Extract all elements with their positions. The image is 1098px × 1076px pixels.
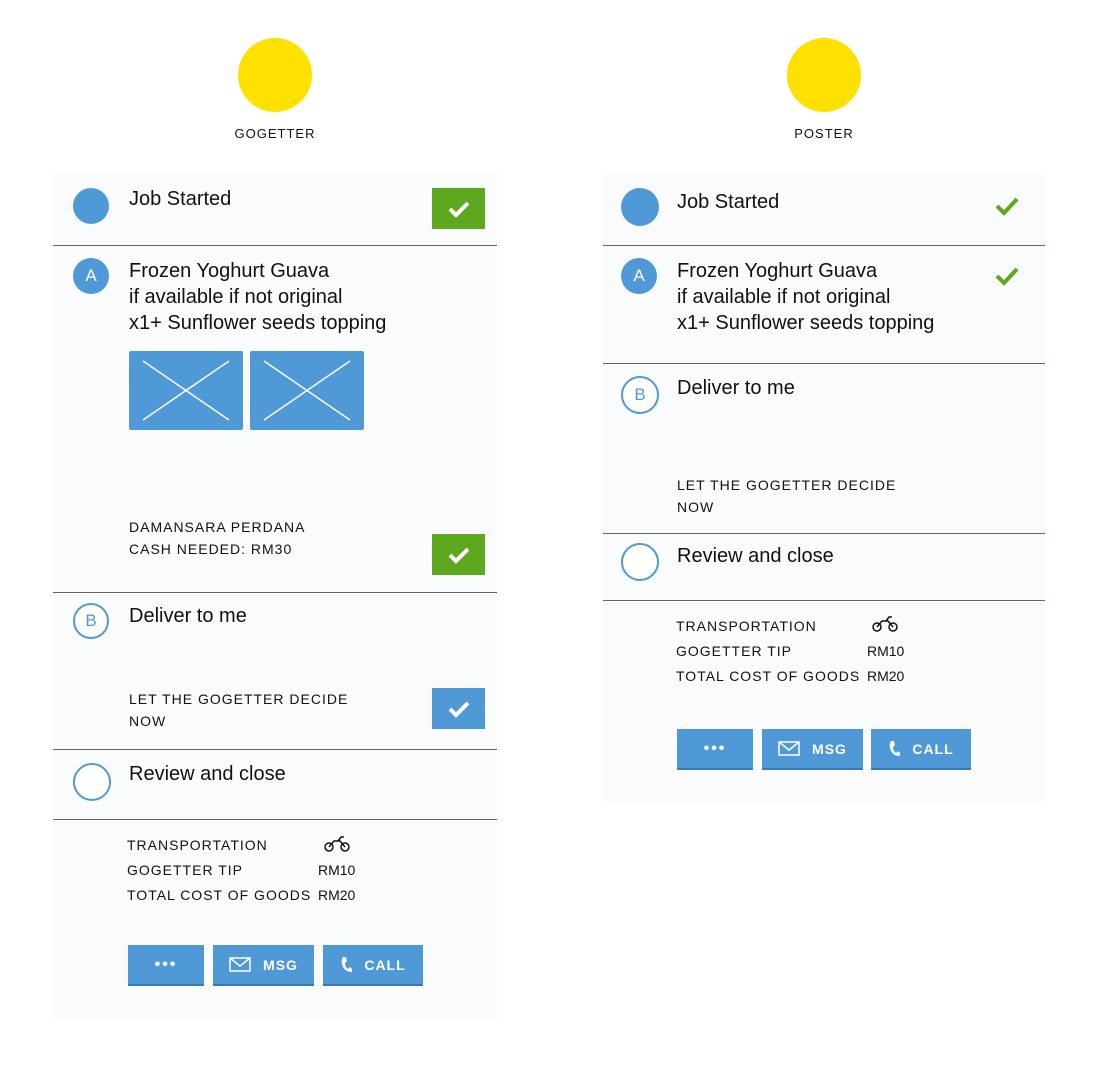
motorbike-icon <box>324 836 350 852</box>
poster-avatar <box>787 38 861 112</box>
envelope-icon <box>229 957 251 972</box>
goods-label: TOTAL COST OF GOODS <box>676 668 861 684</box>
check-icon <box>448 701 469 718</box>
msg-label: MSG <box>263 956 298 973</box>
tip-value: RM10 <box>318 862 356 878</box>
item-description: Frozen Yoghurt Guava if available if not… <box>129 260 387 334</box>
gogetter-panel: Job Started A Frozen Yoghurt Guava if av… <box>53 172 497 1020</box>
msg-label: MSG <box>812 740 847 757</box>
goods-value: RM20 <box>318 887 356 903</box>
more-icon: ••• <box>703 739 727 757</box>
check-icon <box>448 201 469 218</box>
transport-label: TRANSPORTATION <box>676 618 817 634</box>
divider <box>53 819 497 820</box>
image-placeholder-icon <box>142 360 230 421</box>
msg-button[interactable]: MSG <box>762 729 863 770</box>
divider <box>603 245 1045 246</box>
step-circle-review <box>621 543 659 581</box>
item-photo-2[interactable] <box>250 351 364 430</box>
step-title-deliver: Deliver to me <box>129 605 247 627</box>
call-label: CALL <box>912 740 954 757</box>
step-title-job-started: Job Started <box>129 188 232 210</box>
divider <box>603 363 1045 364</box>
divider <box>603 600 1045 601</box>
motorbike-icon <box>872 616 898 632</box>
step-title-job-started: Job Started <box>677 191 780 213</box>
step-badge-b: B <box>73 603 109 639</box>
delivery-details: LET THE GOGETTER DECIDE NOW <box>129 691 349 729</box>
transport-label: TRANSPORTATION <box>127 837 268 853</box>
tip-label: GOGETTER TIP <box>127 862 243 878</box>
divider <box>53 245 497 246</box>
step-badge-b: B <box>621 376 659 414</box>
confirm-delivery-button[interactable] <box>432 688 485 729</box>
phone-icon <box>889 740 901 756</box>
more-icon: ••• <box>154 955 178 973</box>
step-badge-a: A <box>73 258 109 294</box>
confirm-started-button[interactable] <box>432 188 485 229</box>
poster-role-label: POSTER <box>794 126 854 141</box>
more-button[interactable]: ••• <box>128 945 204 986</box>
item-photo-1[interactable] <box>129 351 243 430</box>
step-circle-started <box>621 188 659 226</box>
msg-button[interactable]: MSG <box>213 945 314 986</box>
more-button[interactable]: ••• <box>677 729 753 770</box>
goods-label: TOTAL COST OF GOODS <box>127 887 312 903</box>
confirm-pickup-button[interactable] <box>432 534 485 575</box>
step-title-review: Review and close <box>677 545 834 567</box>
gogetter-role-label: GOGETTER <box>234 126 316 141</box>
call-label: CALL <box>364 956 406 973</box>
goods-value: RM20 <box>867 668 905 684</box>
delivery-details: LET THE GOGETTER DECIDE NOW <box>677 477 897 515</box>
check-icon <box>448 547 469 564</box>
call-button[interactable]: CALL <box>871 729 971 770</box>
divider <box>53 592 497 593</box>
step-circle-review <box>73 763 111 801</box>
poster-panel: Job Started A Frozen Yoghurt Guava if av… <box>603 172 1045 804</box>
image-placeholder-icon <box>263 360 351 421</box>
call-button[interactable]: CALL <box>323 945 423 986</box>
step-badge-a: A <box>621 258 657 294</box>
step-title-review: Review and close <box>129 763 286 785</box>
pickup-details: DAMANSARA PERDANA CASH NEEDED: RM30 <box>129 519 306 557</box>
check-icon <box>995 197 1019 216</box>
gogetter-avatar <box>238 38 312 112</box>
tip-value: RM10 <box>867 643 905 659</box>
divider <box>53 749 497 750</box>
tip-label: GOGETTER TIP <box>676 643 792 659</box>
divider <box>603 533 1045 534</box>
item-description: Frozen Yoghurt Guava if available if not… <box>677 260 935 334</box>
step-title-deliver: Deliver to me <box>677 377 795 399</box>
phone-icon <box>341 956 353 972</box>
check-icon <box>995 267 1019 286</box>
step-circle-started <box>73 188 109 224</box>
envelope-icon <box>778 741 800 756</box>
